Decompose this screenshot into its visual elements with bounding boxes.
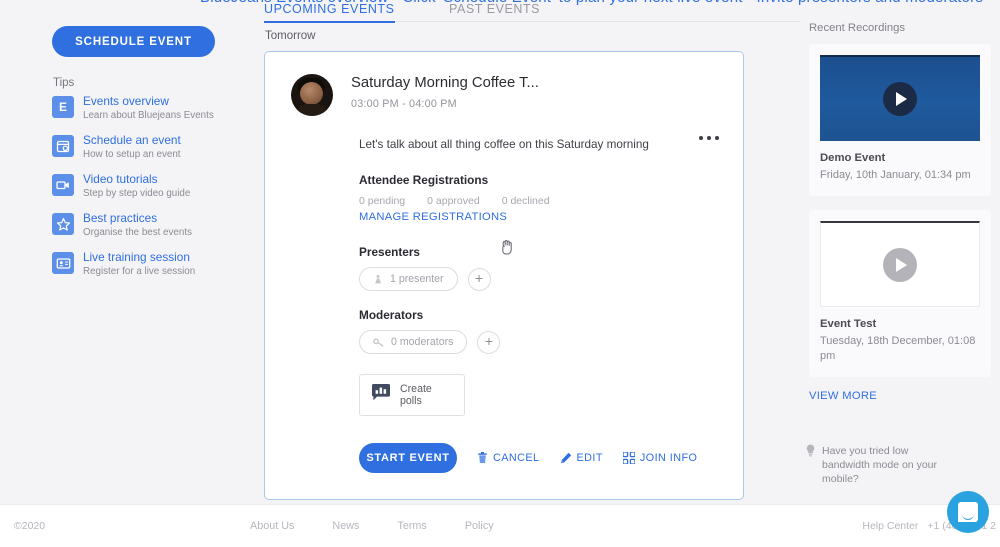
footer-link-news[interactable]: News — [332, 520, 359, 532]
qr-code-icon — [622, 452, 635, 464]
cancel-label: CANCEL — [493, 452, 540, 464]
help-center-link[interactable]: Help Center — [862, 520, 918, 532]
copyright: ©2020 — [14, 520, 46, 532]
tip-item-events-overview[interactable]: E Events overview Learn about Bluejeans … — [52, 94, 242, 124]
left-sidebar: SCHEDULE EVENT Tips E Events overview Le… — [0, 22, 248, 504]
join-info-button[interactable]: JOIN INFO — [622, 452, 698, 464]
edit-event-button[interactable]: EDIT — [560, 452, 603, 464]
tip-item-video-tutorials[interactable]: Video tutorials Step by step video guide — [52, 172, 242, 202]
add-moderator-button[interactable]: + — [477, 330, 501, 354]
tip-title: Schedule an event — [83, 133, 181, 147]
recording-thumbnail[interactable] — [820, 221, 980, 307]
tip-item-live-training-session[interactable]: Live training session Register for a liv… — [52, 250, 242, 280]
edit-label: EDIT — [576, 452, 603, 464]
tab-past-events[interactable]: PAST EVENTS — [449, 2, 540, 21]
event-actions: START EVENT CANCEL EDIT JOIN INFO — [291, 443, 717, 473]
trash-icon — [477, 452, 488, 464]
recording-date: Friday, 10th January, 01:34 pm — [820, 169, 971, 181]
chat-bubble-icon — [958, 502, 978, 522]
recording-title: Event Test — [820, 318, 877, 330]
event-card: Saturday Morning Coffee T... 03:00 PM - … — [264, 51, 744, 500]
tip-subtitle: How to setup an event — [83, 149, 181, 160]
footer-link-policy[interactable]: Policy — [465, 520, 494, 532]
attendee-registrations-section: Attendee Registrations 0 pending 0 appro… — [291, 173, 717, 225]
recording-title: Demo Event — [820, 152, 886, 164]
create-polls-label: Create polls — [400, 383, 432, 407]
recording-card[interactable]: Demo Event Friday, 10th January, 01:34 p… — [809, 44, 991, 196]
calendar-icon — [52, 135, 74, 157]
recording-thumbnail[interactable] — [820, 55, 980, 141]
presenters-heading: Presenters — [359, 245, 420, 259]
video-camera-icon — [52, 174, 74, 196]
tips-list: E Events overview Learn about Bluejeans … — [52, 94, 242, 289]
tab-upcoming-events[interactable]: UPCOMING EVENTS — [264, 2, 395, 23]
tip-subtitle: Register for a live session — [83, 266, 196, 277]
footer-links: About Us News Terms Policy — [250, 520, 494, 532]
letter-e-icon: E — [52, 96, 74, 118]
approved-count: 0 approved — [427, 195, 480, 207]
pending-count: 0 pending — [359, 195, 406, 207]
tip-subtitle: Learn about Bluejeans Events — [83, 110, 214, 121]
play-icon[interactable] — [883, 247, 917, 282]
day-group-label: Tomorrow — [265, 30, 316, 42]
tip-item-schedule-an-event[interactable]: Schedule an event How to setup an event — [52, 133, 242, 163]
join-info-label: JOIN INFO — [639, 452, 698, 464]
event-description: Let's talk about all thing coffee on thi… — [359, 138, 649, 151]
event-time: 03:00 PM - 04:00 PM — [351, 98, 457, 110]
tip-title: Events overview — [83, 94, 169, 108]
create-polls-button[interactable]: Create polls — [359, 374, 465, 416]
tip-item-best-practices[interactable]: Best practices Organise the best events — [52, 211, 242, 241]
polls-section: Create polls — [291, 374, 717, 416]
footer: ©2020 About Us News Terms Policy Help Ce… — [0, 504, 1000, 547]
star-icon — [52, 213, 74, 235]
start-event-button[interactable]: START EVENT — [359, 443, 457, 473]
manage-registrations-link[interactable]: MANAGE REGISTRATIONS — [359, 211, 507, 223]
moderators-section: Moderators 0 moderators + — [291, 308, 717, 354]
pencil-icon — [560, 452, 572, 464]
mouse-cursor — [500, 240, 514, 261]
lightbulb-icon — [805, 444, 816, 462]
footer-link-about-us[interactable]: About Us — [250, 520, 294, 532]
recent-recordings-heading: Recent Recordings — [809, 22, 906, 34]
tip-title: Live training session — [83, 250, 190, 264]
app-root: BlueJeans Events overview · Click 'Sched… — [0, 0, 1000, 547]
tip-title: Video tutorials — [83, 172, 158, 186]
poll-chart-icon — [371, 383, 391, 407]
presenters-chip-label: 1 presenter — [390, 273, 444, 285]
presentation-icon — [52, 252, 74, 274]
tip-title: Best practices — [83, 211, 158, 225]
moderators-heading: Moderators — [359, 308, 424, 322]
declined-count: 0 declined — [501, 195, 550, 207]
view-more-link[interactable]: VIEW MORE — [809, 390, 877, 402]
key-icon — [373, 337, 385, 348]
right-sidebar: Recent Recordings Demo Event Friday, 10t… — [795, 22, 1000, 404]
main-content: Tomorrow Saturday Morning Coffee T... 03… — [264, 30, 744, 500]
more-options-icon[interactable] — [699, 136, 719, 140]
event-title: Saturday Morning Coffee T... — [351, 75, 539, 91]
add-presenter-button[interactable]: + — [467, 267, 491, 291]
tip-subtitle: Step by step video guide — [83, 188, 191, 199]
moderators-chip-label: 0 moderators — [391, 336, 454, 348]
registrations-heading: Attendee Registrations — [359, 173, 489, 187]
moderators-chip[interactable]: 0 moderators — [359, 330, 468, 354]
recording-card[interactable]: Event Test Tuesday, 18th December, 01:08… — [809, 210, 991, 377]
tips-heading: Tips — [53, 77, 75, 89]
schedule-event-button[interactable]: SCHEDULE EVENT — [52, 26, 215, 57]
low-bandwidth-hint: Have you tried low bandwidth mode on you… — [805, 444, 955, 486]
chat-widget-button[interactable] — [947, 491, 989, 533]
recording-date: Tuesday, 18th December, 01:08 pm — [820, 335, 976, 362]
events-tabs: UPCOMING EVENTS PAST EVENTS — [264, 2, 800, 23]
presenter-icon — [373, 274, 384, 285]
avatar — [291, 74, 333, 116]
event-card-header: Saturday Morning Coffee T... 03:00 PM - … — [291, 74, 717, 116]
low-bandwidth-hint-text: Have you tried low bandwidth mode on you… — [822, 445, 937, 485]
registration-counts: 0 pending 0 approved 0 declined — [359, 195, 717, 207]
tip-subtitle: Organise the best events — [83, 227, 192, 238]
footer-link-terms[interactable]: Terms — [397, 520, 426, 532]
cancel-event-button[interactable]: CANCEL — [477, 452, 540, 464]
presenters-chip[interactable]: 1 presenter — [359, 267, 458, 291]
play-icon[interactable] — [883, 82, 917, 116]
